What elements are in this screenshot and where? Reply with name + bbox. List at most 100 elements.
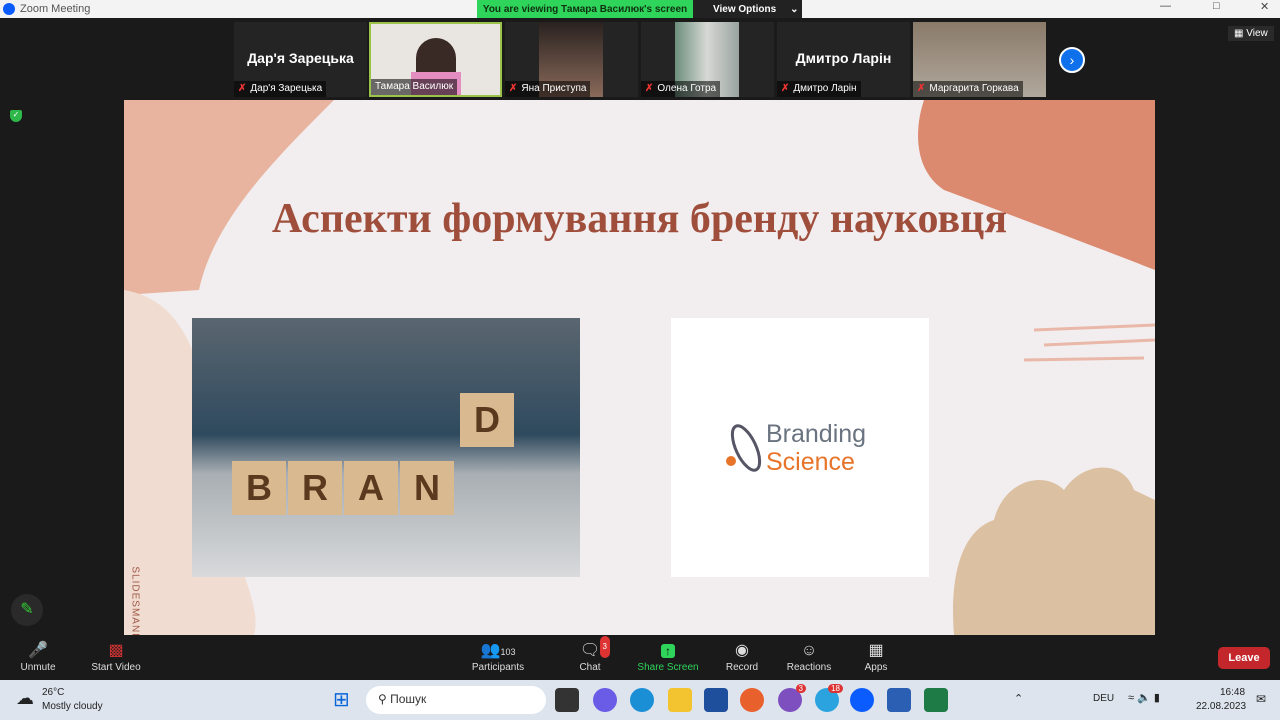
participant-tile[interactable]: Тамара Василюк [369,22,502,97]
apps-icon: ▦ [868,642,884,659]
cube-letter: A [344,461,398,515]
logo-text-branding: Branding [766,420,867,448]
search-icon: ⚲ [378,692,391,706]
participant-tile[interactable]: Дар'я Зарецька ✗ Дар'я Зарецька [234,22,367,97]
clock-date[interactable]: 22.08.2023 [1196,701,1246,712]
share-screen-label: Share Screen [637,662,699,673]
start-button[interactable]: ⊞ [333,688,357,712]
chevron-down-icon: ⌄ [790,3,799,15]
store-icon[interactable] [704,688,728,712]
tray-chevron-icon[interactable]: ⌃ [1014,692,1023,705]
chevron-right-icon: › [1069,52,1075,68]
unmute-label: Unmute [20,662,56,673]
zoom-logo-icon [3,3,15,15]
shared-slide: Аспекти формування бренду науковця B R A… [124,100,1155,635]
excel-icon[interactable] [924,688,948,712]
telegram-icon[interactable]: 18 [815,684,843,712]
start-video-label: Start Video [91,662,141,673]
windows-taskbar: ☁ 26°C Mostly cloudy ⊞ ⚲ Пошук 3 18 ⌃ DE… [0,680,1280,720]
task-view-icon[interactable] [555,688,579,712]
start-video-button[interactable]: ▩ Start Video [88,640,144,673]
cube-letter: D [460,393,514,447]
wifi-volume-battery-icons[interactable]: ≈ 🔈 ▮ [1128,691,1160,704]
participant-tile[interactable]: ✗ Маргарита Горкава [913,22,1046,97]
reactions-icon: ☺ [800,642,818,659]
share-screen-icon: ↑ [636,640,700,662]
participants-button[interactable]: 👥103 Participants [468,640,528,673]
chat-button[interactable]: 🗨 3 Chat [574,636,610,673]
mic-muted-icon: ✗ [917,83,926,94]
meeting-toolbar: 🎤 Unmute ▩ Start Video 👥103 Participants 🗨 3… [0,636,1280,680]
logo-text-science: Science [766,448,855,476]
participant-tile[interactable]: ✗ Яна Приступа [505,22,638,97]
share-screen-button[interactable]: ↑ Share Screen [636,640,700,673]
mic-muted-icon: ✗ [645,83,654,94]
participant-name: Олена Готра [657,83,717,94]
view-label: View [1246,28,1268,39]
logo-mark-icon [726,424,762,472]
weather-desc[interactable]: Mostly cloudy [42,701,103,712]
zoom-icon[interactable] [850,688,874,712]
file-explorer-icon[interactable] [668,688,692,712]
edge-icon[interactable] [630,688,654,712]
teams-icon[interactable] [593,688,617,712]
security-shield-icon[interactable]: ✓ [10,110,22,122]
leave-button[interactable]: Leave [1218,647,1270,669]
weather-temp[interactable]: 26°C [42,687,64,698]
cube-letter: R [288,461,342,515]
viber-icon[interactable]: 3 [778,684,806,712]
view-options-label: View Options [713,3,777,15]
chat-badge: 3 [599,636,610,658]
participants-label: Participants [471,662,525,673]
video-off-icon: ▩ [108,642,124,659]
participant-display-name: Дмитро Ларін [795,50,892,66]
cube-letter: N [400,461,454,515]
viber-badge: 3 [795,684,806,693]
participant-name: Тамара Василюк [375,81,454,92]
apps-label: Apps [864,662,888,673]
annotate-pen-button[interactable]: ✎ [11,594,43,626]
mic-muted-icon: ✗ [781,83,790,94]
participant-tile[interactable]: Дмитро Ларін ✗ Дмитро Ларін [777,22,910,97]
viewing-banner: You are viewing Тамара Василюк's screen [477,0,693,18]
reactions-button[interactable]: ☺ Reactions [784,640,834,673]
view-button[interactable]: ▦ View [1228,26,1274,41]
record-icon: ◉ [735,642,749,659]
brand-blocks-photo: B R A N D [192,318,580,577]
unmute-button[interactable]: 🎤 Unmute [18,640,58,673]
record-button[interactable]: ◉ Record [724,640,760,673]
participant-name: Яна Приступа [521,83,587,94]
reactions-label: Reactions [786,662,832,673]
participant-name: Маргарита Горкава [929,83,1019,94]
search-box[interactable]: ⚲ Пошук [366,686,546,714]
maximize-button[interactable]: □ [1213,0,1220,12]
mic-off-icon: 🎤 [28,642,48,659]
notifications-icon[interactable]: ✉ [1256,692,1266,706]
participant-name: Дар'я Зарецька [250,83,323,94]
mic-muted-icon: ✗ [238,83,247,94]
pen-icon: ✎ [20,601,34,618]
chat-label: Chat [579,662,601,673]
telegram-badge: 18 [828,684,843,693]
search-placeholder: Пошук [390,692,427,706]
participant-name: Дмитро Ларін [793,83,857,94]
weather-icon: ☁ [16,688,34,708]
participant-display-name: Дар'я Зарецька [247,50,354,66]
firefox-icon[interactable] [740,688,764,712]
language-indicator[interactable]: DEU [1093,693,1114,704]
participant-tile[interactable]: ✗ Олена Готра [641,22,774,97]
participants-count: 103 [500,647,516,657]
minimize-button[interactable]: — [1160,0,1171,12]
chat-icon: 🗨 3 [574,636,610,662]
next-page-button[interactable]: › [1059,47,1085,73]
word-icon[interactable] [887,688,911,712]
grid-icon: ▦ [1234,28,1247,39]
close-button[interactable]: ✕ [1260,0,1269,13]
record-label: Record [725,662,759,673]
view-options-button[interactable]: View Options ⌄ [693,0,802,18]
participants-icon: 👥103 [480,642,516,659]
clock-time[interactable]: 16:48 [1220,687,1245,698]
slidesmania-credit: SLIDESMANIA [129,566,141,635]
cube-letter: B [232,461,286,515]
apps-button[interactable]: ▦ Apps [862,640,890,673]
